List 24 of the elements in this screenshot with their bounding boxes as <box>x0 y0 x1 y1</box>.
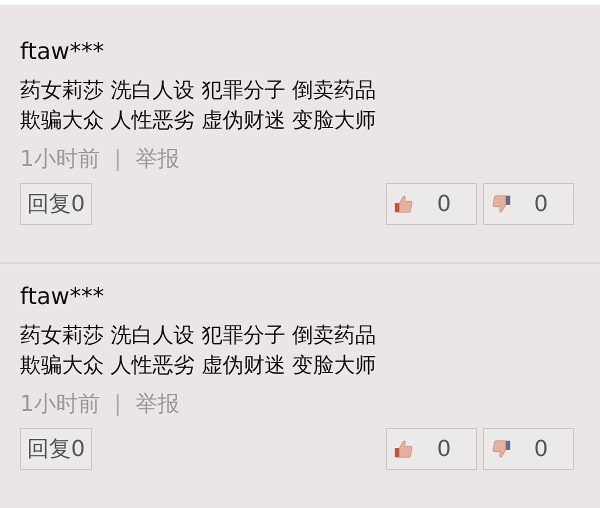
comment-text: 药女莉莎 洗白人设 犯罪分子 倒卖药品 <box>20 322 378 349</box>
comment-text: 药女莉莎 洗白人设 犯罪分子 倒卖药品 <box>20 77 378 104</box>
dislike-button[interactable]: 0 <box>483 183 574 225</box>
timestamp: 1小时前 <box>20 146 100 174</box>
username: ftaw*** <box>20 38 106 67</box>
reply-button[interactable]: 回复0 <box>20 183 92 225</box>
dislike-count: 0 <box>534 436 548 462</box>
comment-text: 欺骗大众 人性恶劣 虚伪财迷 变脸大师 <box>20 352 378 379</box>
thumbs-up-icon <box>393 438 415 460</box>
username: ftaw*** <box>20 283 106 312</box>
timestamp: 1小时前 <box>20 391 100 419</box>
like-button[interactable]: 0 <box>386 183 477 225</box>
like-count: 0 <box>437 192 451 216</box>
dislike-button[interactable]: 0 <box>483 428 574 470</box>
like-count: 0 <box>437 436 451 462</box>
separator: | <box>114 391 122 419</box>
separator: | <box>114 146 122 174</box>
dislike-count: 0 <box>534 192 548 216</box>
thumbs-down-icon <box>490 438 512 460</box>
thumbs-down-icon <box>490 193 512 215</box>
comment-text: 欺骗大众 人性恶劣 虚伪财迷 变脸大师 <box>20 107 378 134</box>
reply-button[interactable]: 回复0 <box>20 428 92 470</box>
thumbs-up-icon <box>393 193 415 215</box>
like-button[interactable]: 0 <box>386 428 477 470</box>
